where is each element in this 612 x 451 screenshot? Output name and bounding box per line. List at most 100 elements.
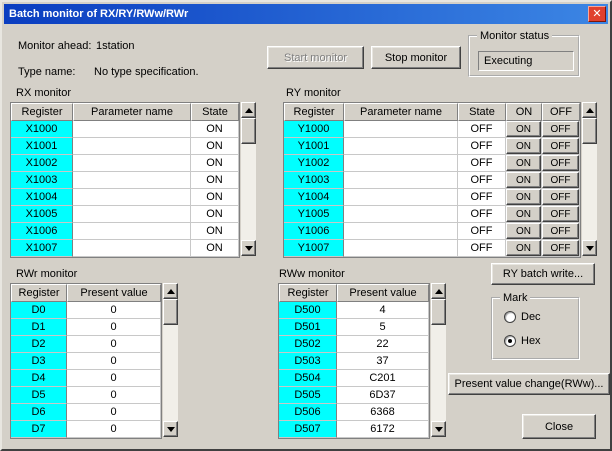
rx-table-row: X1006 ON bbox=[11, 223, 239, 240]
up-arrow-icon bbox=[586, 104, 594, 113]
rww-value-cell: 6368 bbox=[337, 404, 429, 421]
rww-scroll-track[interactable] bbox=[431, 299, 446, 421]
rx-table-row: X1002 ON bbox=[11, 155, 239, 172]
ry-off-button[interactable]: OFF bbox=[542, 206, 579, 222]
down-arrow-icon bbox=[435, 427, 443, 436]
monitor-status-label: Monitor status bbox=[477, 30, 552, 42]
ry-register-cell: Y1007 bbox=[284, 240, 344, 257]
rwr-scrollbar[interactable] bbox=[162, 283, 178, 437]
rx-scroll-down-button[interactable] bbox=[241, 240, 256, 256]
rwr-scroll-track[interactable] bbox=[163, 299, 178, 421]
dec-radio[interactable]: Dec bbox=[504, 311, 541, 323]
ry-off-button[interactable]: OFF bbox=[542, 172, 579, 188]
rww-value-cell: 4 bbox=[337, 302, 429, 319]
ry-table-row: Y1004 OFF ON OFF bbox=[284, 189, 580, 206]
rww-value-cell: 22 bbox=[337, 336, 429, 353]
ry-register-cell: Y1000 bbox=[284, 121, 344, 138]
ry-parameter-cell bbox=[344, 121, 458, 138]
ry-on-button[interactable]: ON bbox=[506, 172, 541, 188]
ry-on-button[interactable]: ON bbox=[506, 206, 541, 222]
ry-scroll-down-button[interactable] bbox=[582, 240, 597, 256]
ry-parameter-cell bbox=[344, 155, 458, 172]
rx-state-cell: ON bbox=[191, 206, 239, 223]
ry-col-on: ON bbox=[506, 103, 542, 121]
rx-table-row: X1005 ON bbox=[11, 206, 239, 223]
hex-radio-label: Hex bbox=[521, 335, 541, 347]
rx-table-row: X1004 ON bbox=[11, 189, 239, 206]
present-value-change-button[interactable]: Present value change(RWw)... bbox=[448, 373, 610, 395]
ry-batch-write-button[interactable]: RY batch write... bbox=[491, 263, 595, 285]
rww-register-cell: D504 bbox=[279, 370, 337, 387]
rwr-scroll-up-button[interactable] bbox=[163, 283, 178, 299]
rwr-register-cell: D4 bbox=[11, 370, 67, 387]
ry-off-button[interactable]: OFF bbox=[542, 223, 579, 239]
ry-scroll-thumb[interactable] bbox=[582, 118, 597, 144]
ry-on-button[interactable]: ON bbox=[506, 240, 541, 256]
stop-monitor-button[interactable]: Stop monitor bbox=[371, 46, 461, 69]
rww-table-header: Register Present value bbox=[279, 284, 429, 302]
rww-value-cell: 6D37 bbox=[337, 387, 429, 404]
ry-off-button[interactable]: OFF bbox=[542, 189, 579, 205]
ry-off-button[interactable]: OFF bbox=[542, 240, 579, 256]
rww-register-cell: D506 bbox=[279, 404, 337, 421]
rx-parameter-cell bbox=[73, 223, 191, 240]
ry-off-button[interactable]: OFF bbox=[542, 121, 579, 137]
ry-on-button[interactable]: ON bbox=[506, 121, 541, 137]
rx-scrollbar[interactable] bbox=[240, 102, 256, 256]
ry-on-cell: ON bbox=[506, 121, 542, 138]
ry-on-cell: ON bbox=[506, 223, 542, 240]
rww-col-present-value: Present value bbox=[337, 284, 429, 302]
close-button[interactable]: ✕ bbox=[588, 6, 606, 22]
ry-off-button[interactable]: OFF bbox=[542, 138, 579, 154]
rx-register-cell: X1007 bbox=[11, 240, 73, 257]
ry-on-button[interactable]: ON bbox=[506, 223, 541, 239]
rx-monitor-table: Register Parameter name State X1000 ON X… bbox=[10, 102, 240, 258]
rx-parameter-cell bbox=[73, 206, 191, 223]
ry-off-cell: OFF bbox=[542, 223, 580, 240]
rx-state-cell: ON bbox=[191, 189, 239, 206]
rx-scroll-up-button[interactable] bbox=[241, 102, 256, 118]
rx-monitor-title: RX monitor bbox=[16, 87, 71, 99]
type-name-label: Type name: bbox=[18, 66, 75, 78]
rww-scroll-down-button[interactable] bbox=[431, 421, 446, 437]
rx-state-cell: ON bbox=[191, 138, 239, 155]
close-dialog-button[interactable]: Close bbox=[522, 414, 596, 439]
ry-scroll-track[interactable] bbox=[582, 118, 597, 240]
monitor-ahead-label: Monitor ahead: bbox=[18, 40, 91, 52]
ry-parameter-cell bbox=[344, 138, 458, 155]
rwr-register-cell: D1 bbox=[11, 319, 67, 336]
ry-scrollbar[interactable] bbox=[581, 102, 597, 256]
rwr-value-cell: 0 bbox=[67, 302, 161, 319]
ry-on-button[interactable]: ON bbox=[506, 138, 541, 154]
ry-state-cell: OFF bbox=[458, 138, 506, 155]
rww-table-row: D507 6172 bbox=[279, 421, 429, 438]
radio-checked-icon bbox=[504, 335, 516, 347]
rwr-scroll-thumb[interactable] bbox=[163, 299, 178, 325]
rww-scrollbar[interactable] bbox=[430, 283, 446, 437]
rx-table-row: X1003 ON bbox=[11, 172, 239, 189]
ry-off-cell: OFF bbox=[542, 172, 580, 189]
ry-on-button[interactable]: ON bbox=[506, 155, 541, 171]
rwr-table-row: D4 0 bbox=[11, 370, 161, 387]
ry-off-button[interactable]: OFF bbox=[542, 155, 579, 171]
titlebar[interactable]: Batch monitor of RX/RY/RWw/RWr ✕ bbox=[4, 4, 608, 24]
rx-register-cell: X1005 bbox=[11, 206, 73, 223]
start-monitor-button[interactable]: Start monitor bbox=[267, 46, 364, 69]
rwr-scroll-down-button[interactable] bbox=[163, 421, 178, 437]
rww-scroll-thumb[interactable] bbox=[431, 299, 446, 325]
rx-register-cell: X1000 bbox=[11, 121, 73, 138]
ry-register-cell: Y1005 bbox=[284, 206, 344, 223]
rx-scroll-thumb[interactable] bbox=[241, 118, 256, 144]
rx-state-cell: ON bbox=[191, 155, 239, 172]
down-arrow-icon bbox=[245, 246, 253, 255]
ry-state-cell: OFF bbox=[458, 206, 506, 223]
rww-table-row: D505 6D37 bbox=[279, 387, 429, 404]
rww-register-cell: D500 bbox=[279, 302, 337, 319]
ry-on-button[interactable]: ON bbox=[506, 189, 541, 205]
hex-radio[interactable]: Hex bbox=[504, 335, 541, 347]
rww-table-row: D500 4 bbox=[279, 302, 429, 319]
rwr-col-register: Register bbox=[11, 284, 67, 302]
rww-scroll-up-button[interactable] bbox=[431, 283, 446, 299]
rx-scroll-track[interactable] bbox=[241, 118, 256, 240]
ry-scroll-up-button[interactable] bbox=[582, 102, 597, 118]
